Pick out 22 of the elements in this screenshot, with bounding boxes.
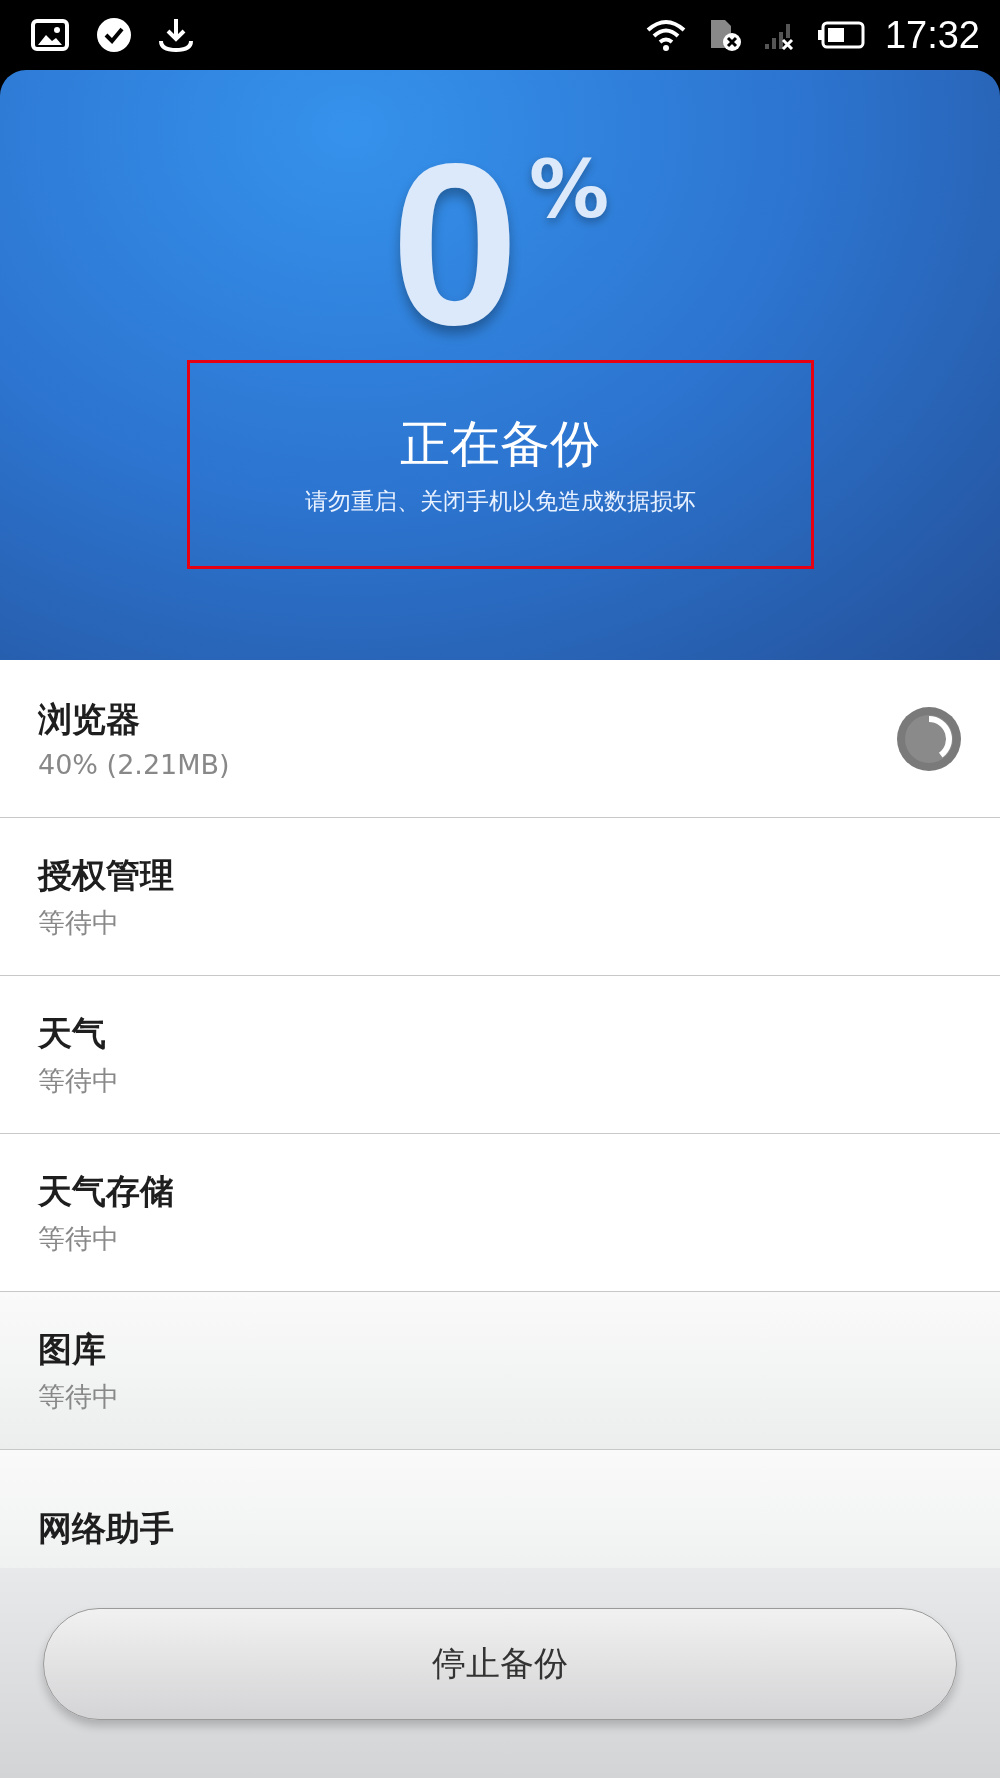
app-name: 天气 bbox=[38, 1011, 107, 1055]
backup-status: 40% (2.21MB) bbox=[38, 749, 230, 780]
backup-warning-text: 请勿重启、关闭手机以免造成数据损坏 bbox=[304, 487, 696, 516]
battery-icon bbox=[816, 21, 865, 49]
app-name: 图库 bbox=[38, 1327, 107, 1371]
app-name: 天气存储 bbox=[38, 1169, 174, 1213]
image-icon bbox=[30, 18, 70, 52]
backup-status-title: 正在备份 bbox=[400, 414, 600, 475]
app-name: 授权管理 bbox=[38, 853, 174, 897]
check-circle-icon bbox=[96, 17, 132, 53]
wifi-icon bbox=[644, 18, 687, 52]
app-name: 网络助手 bbox=[38, 1506, 174, 1550]
backup-status: 等待中 bbox=[38, 1063, 119, 1098]
app-name: 浏览器 bbox=[38, 698, 141, 741]
backup-status: 等待中 bbox=[38, 1379, 119, 1414]
download-icon bbox=[158, 17, 194, 53]
progress-ring bbox=[896, 705, 962, 772]
backup-status: 等待中 bbox=[38, 905, 120, 940]
backup-status: 等待中 bbox=[38, 1221, 120, 1256]
progress-percent: 0% bbox=[390, 150, 610, 340]
stop-backup-button[interactable]: 停止备份 bbox=[43, 1608, 957, 1720]
clock-time: 17:32 bbox=[884, 13, 980, 57]
